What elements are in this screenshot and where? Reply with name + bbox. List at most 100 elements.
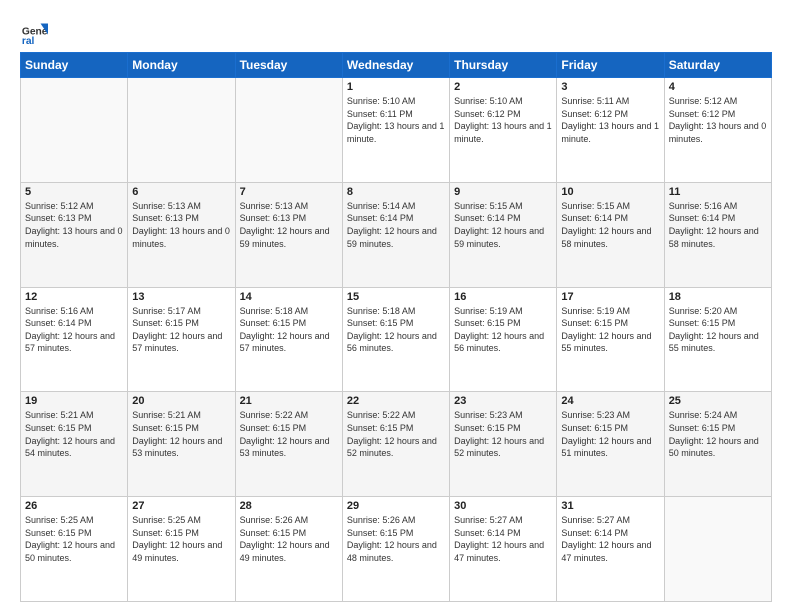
calendar-cell: 18 Sunrise: 5:20 AMSunset: 6:15 PMDayligh… bbox=[664, 287, 771, 392]
day-info: Sunrise: 5:25 AMSunset: 6:15 PMDaylight:… bbox=[25, 514, 123, 564]
calendar-cell bbox=[664, 497, 771, 602]
day-number: 16 bbox=[454, 291, 552, 303]
week-row-0: 1 Sunrise: 5:10 AMSunset: 6:11 PMDaylight… bbox=[21, 78, 772, 183]
day-number: 17 bbox=[561, 291, 659, 303]
calendar-cell: 6 Sunrise: 5:13 AMSunset: 6:13 PMDaylight… bbox=[128, 182, 235, 287]
calendar-cell: 1 Sunrise: 5:10 AMSunset: 6:11 PMDaylight… bbox=[342, 78, 449, 183]
calendar-cell bbox=[235, 78, 342, 183]
calendar-header: SundayMondayTuesdayWednesdayThursdayFrid… bbox=[21, 53, 772, 78]
day-number: 3 bbox=[561, 81, 659, 93]
week-row-4: 26 Sunrise: 5:25 AMSunset: 6:15 PMDayligh… bbox=[21, 497, 772, 602]
day-number: 23 bbox=[454, 395, 552, 407]
calendar-cell: 20Sunrise: 5:21 AMSunset: 6:15 PMDayligh… bbox=[128, 392, 235, 497]
day-info: Sunrise: 5:12 AMSunset: 6:13 PMDaylight:… bbox=[25, 200, 123, 250]
calendar-cell: 19 Sunrise: 5:21 AMSunset: 6:15 PMDayligh… bbox=[21, 392, 128, 497]
day-info: Sunrise: 5:13 AMSunset: 6:13 PMDaylight:… bbox=[132, 200, 230, 250]
weekday-header-saturday: Saturday bbox=[664, 53, 771, 78]
day-info: Sunrise: 5:15 AMSunset: 6:14 PMDaylight:… bbox=[561, 200, 659, 250]
day-info: Sunrise: 5:26 AMSunset: 6:15 PMDaylight:… bbox=[240, 514, 338, 564]
calendar-cell bbox=[21, 78, 128, 183]
day-number: 5 bbox=[25, 186, 123, 198]
day-number: 14 bbox=[240, 291, 338, 303]
weekday-header-thursday: Thursday bbox=[450, 53, 557, 78]
day-info: Sunrise: 5:10 AMSunset: 6:12 PMDaylight:… bbox=[454, 95, 552, 145]
weekday-header-row: SundayMondayTuesdayWednesdayThursdayFrid… bbox=[21, 53, 772, 78]
calendar-cell: 27 Sunrise: 5:25 AMSunset: 6:15 PMDayligh… bbox=[128, 497, 235, 602]
day-info: Sunrise: 5:23 AMSunset: 6:15 PMDaylight:… bbox=[454, 409, 552, 459]
calendar-cell: 7Sunrise: 5:13 AMSunset: 6:13 PMDaylight… bbox=[235, 182, 342, 287]
day-number: 24 bbox=[561, 395, 659, 407]
day-number: 15 bbox=[347, 291, 445, 303]
calendar-cell: 26 Sunrise: 5:25 AMSunset: 6:15 PMDayligh… bbox=[21, 497, 128, 602]
day-number: 4 bbox=[669, 81, 767, 93]
day-info: Sunrise: 5:15 AMSunset: 6:14 PMDaylight:… bbox=[454, 200, 552, 250]
week-row-2: 12 Sunrise: 5:16 AMSunset: 6:14 PMDayligh… bbox=[21, 287, 772, 392]
day-info: Sunrise: 5:20 AMSunset: 6:15 PMDaylight:… bbox=[669, 305, 767, 355]
day-number: 30 bbox=[454, 500, 552, 512]
day-info: Sunrise: 5:27 AMSunset: 6:14 PMDaylight:… bbox=[561, 514, 659, 564]
calendar-cell: 9 Sunrise: 5:15 AMSunset: 6:14 PMDaylight… bbox=[450, 182, 557, 287]
day-number: 18 bbox=[669, 291, 767, 303]
day-info: Sunrise: 5:26 AMSunset: 6:15 PMDaylight:… bbox=[347, 514, 445, 564]
day-number: 2 bbox=[454, 81, 552, 93]
day-number: 1 bbox=[347, 81, 445, 93]
day-info: Sunrise: 5:14 AMSunset: 6:14 PMDaylight:… bbox=[347, 200, 445, 250]
day-info: Sunrise: 5:18 AMSunset: 6:15 PMDaylight:… bbox=[347, 305, 445, 355]
day-info: Sunrise: 5:22 AMSunset: 6:15 PMDaylight:… bbox=[347, 409, 445, 459]
calendar-cell: 31 Sunrise: 5:27 AMSunset: 6:14 PMDayligh… bbox=[557, 497, 664, 602]
day-number: 9 bbox=[454, 186, 552, 198]
week-row-1: 5 Sunrise: 5:12 AMSunset: 6:13 PMDaylight… bbox=[21, 182, 772, 287]
calendar-cell: 25 Sunrise: 5:24 AMSunset: 6:15 PMDayligh… bbox=[664, 392, 771, 497]
calendar-cell: 16 Sunrise: 5:19 AMSunset: 6:15 PMDayligh… bbox=[450, 287, 557, 392]
calendar-cell: 12 Sunrise: 5:16 AMSunset: 6:14 PMDayligh… bbox=[21, 287, 128, 392]
calendar-cell: 21Sunrise: 5:22 AMSunset: 6:15 PMDayligh… bbox=[235, 392, 342, 497]
day-number: 21 bbox=[240, 395, 338, 407]
day-number: 6 bbox=[132, 186, 230, 198]
calendar-cell: 15 Sunrise: 5:18 AMSunset: 6:15 PMDayligh… bbox=[342, 287, 449, 392]
day-info: Sunrise: 5:10 AMSunset: 6:11 PMDaylight:… bbox=[347, 95, 445, 145]
day-number: 31 bbox=[561, 500, 659, 512]
day-number: 25 bbox=[669, 395, 767, 407]
day-number: 22 bbox=[347, 395, 445, 407]
calendar-table: SundayMondayTuesdayWednesdayThursdayFrid… bbox=[20, 52, 772, 602]
day-number: 13 bbox=[132, 291, 230, 303]
calendar-cell: 30Sunrise: 5:27 AMSunset: 6:14 PMDayligh… bbox=[450, 497, 557, 602]
day-number: 11 bbox=[669, 186, 767, 198]
calendar-cell: 23 Sunrise: 5:23 AMSunset: 6:15 PMDayligh… bbox=[450, 392, 557, 497]
day-info: Sunrise: 5:16 AMSunset: 6:14 PMDaylight:… bbox=[25, 305, 123, 355]
day-number: 27 bbox=[132, 500, 230, 512]
weekday-header-monday: Monday bbox=[128, 53, 235, 78]
calendar-cell: 4 Sunrise: 5:12 AMSunset: 6:12 PMDaylight… bbox=[664, 78, 771, 183]
day-info: Sunrise: 5:21 AMSunset: 6:15 PMDaylight:… bbox=[132, 409, 230, 459]
calendar-cell: 13Sunrise: 5:17 AMSunset: 6:15 PMDayligh… bbox=[128, 287, 235, 392]
calendar-cell bbox=[128, 78, 235, 183]
day-number: 7 bbox=[240, 186, 338, 198]
calendar-cell: 5 Sunrise: 5:12 AMSunset: 6:13 PMDaylight… bbox=[21, 182, 128, 287]
weekday-header-wednesday: Wednesday bbox=[342, 53, 449, 78]
day-number: 19 bbox=[25, 395, 123, 407]
page: Gene ral SundayMondayTuesdayWednesdayThu… bbox=[0, 0, 792, 612]
calendar-cell: 8Sunrise: 5:14 AMSunset: 6:14 PMDaylight… bbox=[342, 182, 449, 287]
day-info: Sunrise: 5:19 AMSunset: 6:15 PMDaylight:… bbox=[454, 305, 552, 355]
day-info: Sunrise: 5:25 AMSunset: 6:15 PMDaylight:… bbox=[132, 514, 230, 564]
calendar-cell: 17 Sunrise: 5:19 AMSunset: 6:15 PMDayligh… bbox=[557, 287, 664, 392]
day-number: 26 bbox=[25, 500, 123, 512]
day-info: Sunrise: 5:23 AMSunset: 6:15 PMDaylight:… bbox=[561, 409, 659, 459]
day-number: 29 bbox=[347, 500, 445, 512]
header: Gene ral bbox=[20, 16, 772, 44]
day-info: Sunrise: 5:19 AMSunset: 6:15 PMDaylight:… bbox=[561, 305, 659, 355]
weekday-header-sunday: Sunday bbox=[21, 53, 128, 78]
day-number: 12 bbox=[25, 291, 123, 303]
day-info: Sunrise: 5:24 AMSunset: 6:15 PMDaylight:… bbox=[669, 409, 767, 459]
logo-icon: Gene ral bbox=[20, 16, 48, 44]
calendar-cell: 3Sunrise: 5:11 AMSunset: 6:12 PMDaylight… bbox=[557, 78, 664, 183]
day-info: Sunrise: 5:12 AMSunset: 6:12 PMDaylight:… bbox=[669, 95, 767, 145]
day-info: Sunrise: 5:21 AMSunset: 6:15 PMDaylight:… bbox=[25, 409, 123, 459]
calendar-cell: 14Sunrise: 5:18 AMSunset: 6:15 PMDayligh… bbox=[235, 287, 342, 392]
calendar-cell: 2 Sunrise: 5:10 AMSunset: 6:12 PMDaylight… bbox=[450, 78, 557, 183]
day-info: Sunrise: 5:16 AMSunset: 6:14 PMDaylight:… bbox=[669, 200, 767, 250]
week-row-3: 19 Sunrise: 5:21 AMSunset: 6:15 PMDayligh… bbox=[21, 392, 772, 497]
svg-text:ral: ral bbox=[22, 36, 35, 44]
day-number: 28 bbox=[240, 500, 338, 512]
weekday-header-tuesday: Tuesday bbox=[235, 53, 342, 78]
